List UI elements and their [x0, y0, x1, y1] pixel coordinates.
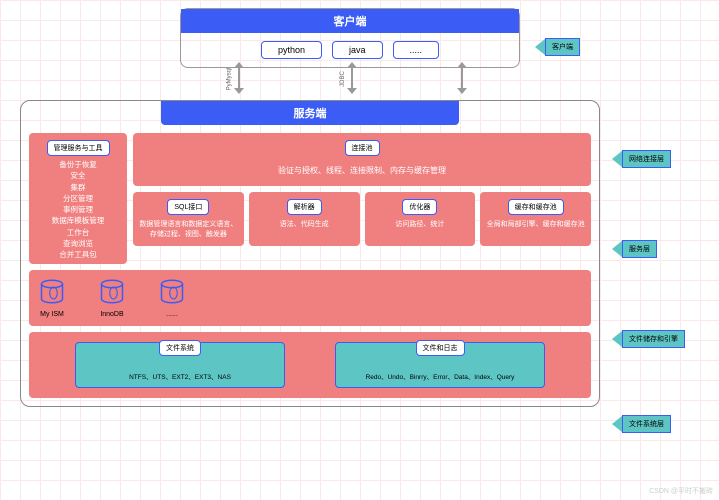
label-client: 客户端: [535, 38, 580, 56]
mgmt-item: 事例管理: [33, 204, 123, 215]
sql-row: SQL接口数据管理语言和数据定义语言、存储过程、视图、触发器 解析器语法、代码生…: [133, 192, 591, 246]
log-box: 文件和日志Redo、Undo、Binrry、Error、Data、Index、Q…: [335, 342, 545, 388]
db-innodb: InnoDB: [97, 278, 127, 318]
database-icon: [37, 278, 67, 308]
mgmt-item: 工作台: [33, 227, 123, 238]
arrow-down-icon: [345, 62, 359, 94]
filesystem-row: 文件系统NTFS、UTS、EXT2、EXT3、NAS 文件和日志Redo、Und…: [29, 332, 591, 398]
watermark: CSDN @平时不搬砖: [649, 486, 713, 496]
mgmt-item: 备份于恢复: [33, 159, 123, 170]
sql-interface: SQL接口数据管理语言和数据定义语言、存储过程、视图、触发器: [133, 192, 244, 246]
mgmt-item: 安全: [33, 170, 123, 181]
mgmt-item: 集群: [33, 182, 123, 193]
server-container: 服务端 管理服务与工具 备份于恢复 安全 集群 分区管理 事例管理 数据库模板管…: [20, 100, 600, 407]
cache: 缓存和缓存池全局和局部引擎、缓存和缓存池: [480, 192, 591, 246]
mgmt-header: 管理服务与工具: [47, 140, 110, 156]
database-icon: [157, 278, 187, 308]
pool-text: 验证与授权、线程、连接限制、内存与缓存管理: [137, 159, 587, 182]
server-body: 管理服务与工具 备份于恢复 安全 集群 分区管理 事例管理 数据库模板管理 工作…: [21, 125, 599, 406]
pool-header: 连接池: [345, 140, 380, 156]
engine-row: My ISM InnoDB ......: [29, 270, 591, 326]
mgmt-panel: 管理服务与工具 备份于恢复 安全 集群 分区管理 事例管理 数据库模板管理 工作…: [29, 133, 127, 264]
parser: 解析器语法、代码生成: [249, 192, 360, 246]
mgmt-item: 查询浏览: [33, 238, 123, 249]
mgmt-item: 分区管理: [33, 193, 123, 204]
label-filesystem: 文件系统层: [612, 415, 671, 433]
label-storage: 文件储存和引擎: [612, 330, 685, 348]
db-myism: My ISM: [37, 278, 67, 318]
optimizer: 优化器访问路径、统计: [365, 192, 476, 246]
arrow-down-icon: [455, 62, 469, 94]
row-top: 管理服务与工具 备份于恢复 安全 集群 分区管理 事例管理 数据库模板管理 工作…: [29, 133, 591, 264]
right-column: 连接池 验证与授权、线程、连接限制、内存与缓存管理 SQL接口数据管理语言和数据…: [133, 133, 591, 264]
label-network: 网络连接层: [612, 150, 671, 168]
database-icon: [97, 278, 127, 308]
arrow-down-icon: [232, 62, 246, 94]
server-title: 服务端: [161, 101, 459, 125]
connection-pool: 连接池 验证与授权、线程、连接限制、内存与缓存管理: [133, 133, 591, 186]
fs-box: 文件系统NTFS、UTS、EXT2、EXT3、NAS: [75, 342, 285, 388]
mgmt-item: 合并工具包: [33, 249, 123, 260]
client-item: java: [332, 41, 383, 59]
db-other: ......: [157, 278, 187, 318]
mgmt-item: 数据库模板管理: [33, 215, 123, 226]
client-item: .....: [393, 41, 440, 59]
client-title: 客户端: [181, 9, 519, 33]
connector-label: JDBC: [340, 71, 346, 87]
connector-label: PyMysql: [226, 68, 232, 91]
label-service: 服务层: [612, 240, 657, 258]
client-container: 客户端 python java .....: [180, 8, 520, 68]
client-item: python: [261, 41, 322, 59]
